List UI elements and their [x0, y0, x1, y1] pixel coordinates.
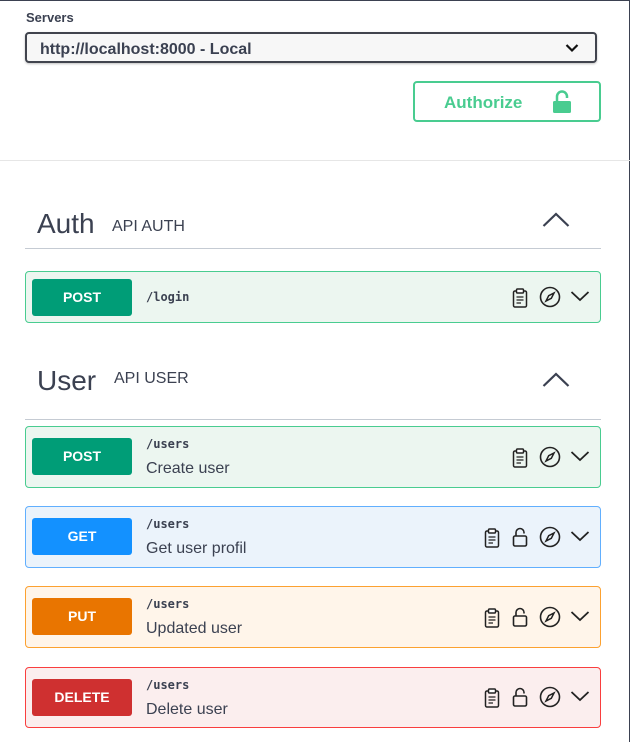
- operation-delete-users[interactable]: DELETE /users Delete user: [25, 667, 601, 728]
- operation-path: /login: [146, 290, 190, 304]
- chevron-down-icon[interactable]: [570, 450, 590, 462]
- unlocked-icon[interactable]: [512, 607, 528, 627]
- tag-header-auth[interactable]: Auth API AUTH: [25, 198, 601, 249]
- operation-path: /users: [146, 678, 190, 692]
- tag-name: Auth: [37, 208, 95, 239]
- method-badge: POST: [32, 438, 132, 475]
- server-select-value: http://localhost:8000 - Local: [40, 41, 252, 58]
- clipboard-icon[interactable]: [484, 608, 500, 628]
- compass-icon[interactable]: [539, 526, 561, 548]
- top-border: [0, 0, 630, 1]
- clipboard-icon[interactable]: [484, 688, 500, 708]
- chevron-down-icon: [565, 44, 579, 53]
- chevron-down-icon[interactable]: [570, 610, 590, 622]
- unlocked-icon: [553, 90, 571, 113]
- authorize-button[interactable]: Authorize: [413, 81, 601, 122]
- tag-description: API AUTH: [112, 218, 185, 235]
- chevron-down-icon[interactable]: [570, 530, 590, 542]
- compass-icon[interactable]: [539, 286, 561, 308]
- method-badge: DELETE: [32, 679, 132, 716]
- unlocked-icon[interactable]: [512, 527, 528, 547]
- operation-summary: Updated user: [146, 620, 243, 637]
- operation-summary: Get user profil: [146, 540, 247, 557]
- method-badge: POST: [32, 279, 132, 316]
- chevron-up-icon[interactable]: [542, 372, 570, 388]
- compass-icon[interactable]: [539, 606, 561, 628]
- servers-title: Servers: [26, 10, 74, 25]
- clipboard-icon[interactable]: [512, 448, 528, 468]
- operation-post-users[interactable]: POST /users Create user: [25, 426, 601, 488]
- operation-summary: Delete user: [146, 701, 228, 718]
- authorize-label: Authorize: [444, 93, 523, 112]
- tag-name: User: [37, 365, 97, 396]
- server-select[interactable]: http://localhost:8000 - Local: [25, 32, 597, 63]
- operation-path: /users: [146, 597, 190, 611]
- tag-header-user[interactable]: User API USER: [25, 353, 601, 420]
- chevron-down-icon[interactable]: [570, 290, 590, 302]
- chevron-down-icon[interactable]: [570, 690, 590, 702]
- section-divider: [0, 160, 630, 161]
- method-badge: GET: [32, 518, 132, 555]
- operation-summary: Create user: [146, 460, 230, 477]
- operation-path: /users: [146, 517, 190, 531]
- compass-icon[interactable]: [539, 686, 561, 708]
- operation-path: /users: [146, 437, 190, 451]
- tag-description: API USER: [114, 370, 189, 387]
- operation-post-login[interactable]: POST /login: [25, 271, 601, 323]
- operation-get-users[interactable]: GET /users Get user profil: [25, 506, 601, 568]
- compass-icon[interactable]: [539, 446, 561, 468]
- method-badge: PUT: [32, 598, 132, 635]
- chevron-up-icon[interactable]: [542, 212, 570, 228]
- unlocked-icon[interactable]: [512, 687, 528, 707]
- clipboard-icon[interactable]: [484, 528, 500, 548]
- operation-put-users[interactable]: PUT /users Updated user: [25, 586, 601, 648]
- clipboard-icon[interactable]: [512, 288, 528, 308]
